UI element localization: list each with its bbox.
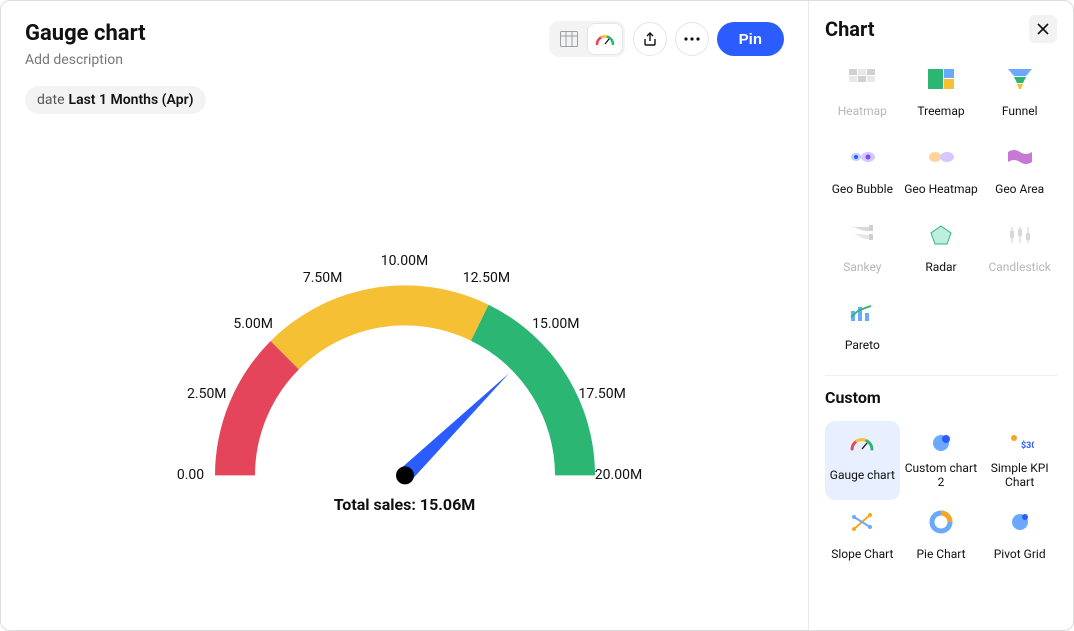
chart-type-icon [848,431,876,455]
chart-type-geo-area[interactable]: Geo Area [982,135,1057,213]
chart-type-icon: $300 [1006,431,1034,455]
chart-type-icon [1006,145,1034,169]
chart-type-label: Geo Heatmap [904,175,978,203]
chart-type-icon [848,223,876,247]
chart-type-radar[interactable]: Radar [904,213,979,291]
chart-type-icon [848,510,876,534]
gauge-tick-label: 20.00M [595,467,642,483]
gauge-tick-label: 17.50M [579,386,626,402]
chart-type-geo-bubble[interactable]: Geo Bubble [825,135,900,213]
view-chart-button[interactable] [587,23,623,55]
chart-type-label: Pivot Grid [994,540,1046,568]
chart-type-icon [927,431,955,455]
filter-chip-date[interactable]: date Last 1 Months (Apr) [25,86,206,114]
chart-type-funnel[interactable]: Funnel [982,57,1057,135]
gauge-mini-icon [595,32,615,46]
chart-type-label: Treemap [917,97,964,125]
chart-type-simple-kpi-chart[interactable]: $300 Simple KPI Chart [982,421,1057,500]
chart-type-icon [1006,223,1034,247]
chart-type-grid-builtin: Heatmap Treemap Funnel Geo Bubble Geo Heatma… [825,57,1057,369]
chart-type-icon [927,223,955,247]
chart-type-icon [927,510,955,534]
table-icon [560,31,578,47]
chart-type-label: Simple KPI Chart [982,461,1057,490]
chart-type-icon [927,67,955,91]
chart-type-icon [848,145,876,169]
chart-type-candlestick: Candlestick [982,213,1057,291]
chart-type-label: Pie Chart [916,540,965,568]
view-table-button[interactable] [551,23,587,55]
chart-type-sankey: Sankey [825,213,900,291]
panel-title: Chart [825,17,875,41]
chart-type-label: Geo Bubble [832,175,893,203]
chart-type-label: Slope Chart [831,540,893,568]
panel-close-button[interactable] [1029,15,1057,43]
chart-type-label: Funnel [1002,97,1038,125]
chart-type-panel: Chart Heatmap Treemap Funnel Geo Bubble Geo … [808,1,1073,630]
chart-type-pivot-grid[interactable]: Pivot Grid [982,500,1057,578]
chart-type-label: Sankey [843,253,881,281]
chart-type-label: Custom chart 2 [904,461,979,490]
svg-text:$300: $300 [1021,440,1034,451]
chart-type-slope-chart[interactable]: Slope Chart [825,500,900,578]
chart-type-icon [927,145,955,169]
gauge-tick-label: 5.00M [233,316,273,332]
chart-type-heatmap: Heatmap [825,57,900,135]
chart-type-label: Pareto [845,331,880,359]
gauge-tick-label: 15.00M [532,316,579,332]
gauge-svg [145,195,665,525]
chart-type-label: Candlestick [988,253,1050,281]
view-mode-toggle [549,21,625,57]
chart-type-icon [1006,67,1034,91]
chart-type-icon [1006,510,1034,534]
description-placeholder[interactable]: Add description [25,52,146,68]
chart-type-icon [848,301,876,325]
chart-type-label: Heatmap [838,97,887,125]
share-icon [642,31,658,47]
gauge-tick-label: 0.00 [177,467,204,483]
chart-type-geo-heatmap[interactable]: Geo Heatmap [904,135,979,213]
chart-type-treemap[interactable]: Treemap [904,57,979,135]
gauge-tick-label: 10.00M [381,253,428,269]
chart-type-label: Radar [925,253,956,281]
pin-button[interactable]: Pin [717,22,784,56]
chart-type-custom-chart-2[interactable]: Custom chart 2 [904,421,979,500]
chart-type-gauge-chart[interactable]: Gauge chart [825,421,900,500]
chart-type-grid-custom: Gauge chart Custom chart 2 $300 Simple KPI … [825,421,1057,578]
gauge-chart: Total sales: 15.06M 0.002.50M5.00M7.50M1… [25,114,784,554]
page-title: Gauge chart [25,21,146,46]
gauge-tick-label: 12.50M [463,270,510,286]
custom-section-title: Custom [825,388,1057,407]
chart-type-icon [848,67,876,91]
share-button[interactable] [633,22,667,56]
dots-icon [684,37,700,41]
gauge-needle [399,373,509,481]
gauge-tick-label: 2.50M [187,386,227,402]
filter-chip-value: Last 1 Months (Apr) [69,92,194,108]
chart-type-label: Geo Area [995,175,1044,203]
divider [825,375,1057,376]
gauge-tick-label: 7.50M [303,270,343,286]
chart-type-pie-chart[interactable]: Pie Chart [904,500,979,578]
close-icon [1037,23,1049,35]
more-button[interactable] [675,22,709,56]
chart-type-pareto[interactable]: Pareto [825,291,900,369]
chart-type-label: Gauge chart [830,461,895,489]
filter-chip-key: date [37,92,65,108]
